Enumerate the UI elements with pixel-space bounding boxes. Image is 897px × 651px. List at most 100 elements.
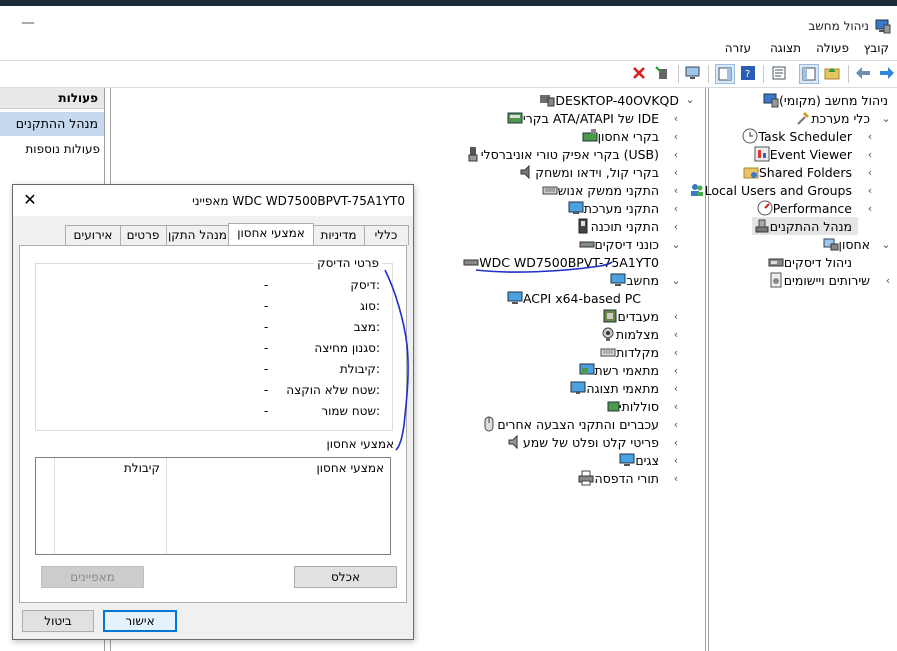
tab-policies[interactable]: מדיניות	[312, 225, 365, 245]
tree-disk-management[interactable]: ניהול דיסקים	[768, 253, 858, 271]
up-folder-icon[interactable]	[823, 64, 841, 82]
property-value: -	[264, 404, 269, 418]
volumes-table[interactable]: אמצעי אחסון קיבולת	[35, 457, 391, 555]
chevron-right-icon[interactable]: ‹	[671, 436, 681, 449]
help-icon[interactable]: ?	[739, 64, 757, 82]
menu-file[interactable]: קובץ	[864, 41, 889, 55]
chevron-right-icon[interactable]: ‹	[671, 220, 681, 233]
device-category[interactable]: מעבדים	[602, 307, 665, 325]
tree-task-scheduler[interactable]: Task Scheduler	[742, 127, 858, 145]
chevron-right-icon[interactable]: ‹	[671, 166, 681, 179]
tree-device-manager[interactable]: מנהל ההתקנים	[751, 217, 858, 235]
tree-services[interactable]: שירותים ויישומים	[768, 271, 876, 289]
device-category[interactable]: מצלמות	[600, 325, 665, 343]
properties-sheet-icon[interactable]	[770, 64, 788, 82]
more-actions-link[interactable]: פעולות נוספות	[25, 142, 100, 156]
chevron-right-icon[interactable]: ‹	[671, 454, 681, 467]
device-category[interactable]: צגים	[619, 451, 665, 469]
cancel-button[interactable]: ביטול	[22, 610, 94, 632]
chevron-right-icon[interactable]: ‹	[671, 112, 681, 125]
tree-event-viewer-label: Event Viewer	[769, 146, 852, 162]
chevron-right-icon[interactable]: ‹	[865, 166, 875, 179]
tab-driver[interactable]: מנהל התקן	[165, 225, 230, 245]
services-icon	[768, 272, 784, 288]
device-category[interactable]: בקרי אחסון	[582, 127, 665, 145]
show-action-pane-icon[interactable]	[715, 64, 735, 84]
device-category[interactable]: עכברים והתקני הצבעה אחרים	[481, 415, 665, 433]
chevron-down-icon[interactable]: ⌄	[671, 238, 681, 251]
chevron-right-icon[interactable]: ‹	[671, 472, 681, 485]
computer-child[interactable]: ACPI x64-based PC	[507, 289, 647, 307]
actions-selected-node[interactable]: מנהל ההתקנים	[0, 112, 104, 136]
device-category[interactable]: מתאמי רשת	[579, 361, 665, 379]
device-category[interactable]: כונני דיסקים	[579, 235, 665, 253]
chevron-right-icon[interactable]: ‹	[671, 418, 681, 431]
chevron-right-icon[interactable]: ‹	[671, 328, 681, 341]
scan-hardware-icon[interactable]	[684, 64, 702, 82]
device-category[interactable]: פריטי קלט ופלט של שמע	[507, 433, 665, 451]
device-category[interactable]: מתאמי תצוגה	[570, 379, 665, 397]
column-separator[interactable]	[166, 458, 167, 554]
chevron-right-icon[interactable]: ‹	[865, 130, 875, 143]
chevron-down-icon[interactable]: ⌄	[685, 93, 695, 106]
tree-shared-folders[interactable]: Shared Folders	[743, 163, 858, 181]
device-category[interactable]: התקני מערכת	[568, 199, 665, 217]
menu-action[interactable]: פעולה	[816, 41, 849, 55]
show-hide-tree-icon[interactable]	[799, 64, 819, 84]
chevron-right-icon[interactable]: ‹	[671, 148, 681, 161]
properties-button[interactable]: מאפיינים	[41, 566, 144, 588]
device-category[interactable]: מקלדות	[600, 343, 665, 361]
chevron-right-icon[interactable]: ‹	[671, 130, 681, 143]
chevron-right-icon[interactable]: ‹	[671, 382, 681, 395]
column-header-capacity[interactable]: קיבולת	[124, 461, 160, 475]
device-category[interactable]: התקני ממשק אנוש	[542, 181, 665, 199]
device-category[interactable]: התקני תוכנה	[575, 217, 665, 235]
computer-category[interactable]: מחשב	[610, 271, 665, 289]
tree-root[interactable]: ניהול מחשב (מקומי)	[763, 91, 894, 109]
tab-general[interactable]: כללי	[363, 225, 409, 245]
device-category-label: התקני מערכת	[583, 200, 659, 216]
back-arrow-icon[interactable]	[854, 64, 872, 82]
device-category[interactable]: בקרי אפיק טורי אוניברסלי (USB)	[465, 145, 665, 163]
device-category[interactable]: בקרי ATA/ATAPI של IDE	[507, 109, 665, 127]
tree-performance[interactable]: Performance	[757, 199, 858, 217]
chevron-right-icon[interactable]: ‹	[865, 202, 875, 215]
tab-events[interactable]: אירועים	[65, 225, 121, 245]
chevron-right-icon[interactable]: ‹	[671, 400, 681, 413]
menu-help[interactable]: עזרה	[725, 41, 751, 55]
tree-local-users[interactable]: Local Users and Groups	[689, 181, 858, 199]
chevron-right-icon[interactable]: ‹	[883, 274, 893, 287]
chevron-right-icon[interactable]: ‹	[671, 364, 681, 377]
device-category[interactable]: תורי הדפסה	[578, 469, 665, 487]
chevron-down-icon[interactable]: ⌄	[881, 112, 891, 125]
enable-device-icon[interactable]	[653, 64, 671, 82]
tab-volumes[interactable]: אמצעי אחסון	[228, 223, 314, 245]
chevron-right-icon[interactable]: ‹	[671, 346, 681, 359]
device-category[interactable]: סוללות	[606, 397, 665, 415]
tree-storage[interactable]: אחסון	[823, 235, 876, 253]
minimize-button[interactable]: —	[18, 14, 38, 34]
chevron-right-icon[interactable]: ‹	[865, 148, 875, 161]
chevron-down-icon[interactable]: ⌄	[671, 274, 681, 287]
populate-button[interactable]: אכלס	[294, 566, 397, 588]
device-category-label: כונני דיסקים	[594, 236, 659, 252]
chevron-right-icon[interactable]: ‹	[671, 310, 681, 323]
close-icon[interactable]: ✕	[21, 191, 39, 209]
tab-details[interactable]: פרטים	[119, 225, 167, 245]
chevron-right-icon[interactable]: ‹	[865, 184, 875, 197]
disk-drive-name: WDC WD7500BPVT-75A1YT0	[479, 254, 659, 270]
column-header-volume[interactable]: אמצעי אחסון	[317, 461, 385, 475]
uninstall-device-icon[interactable]	[630, 64, 648, 82]
chevron-right-icon[interactable]: ‹	[671, 184, 681, 197]
computer-root-node[interactable]: DESKTOP-40OVKQD	[539, 91, 685, 109]
ok-button[interactable]: אישור	[103, 610, 177, 632]
chevron-down-icon[interactable]: ⌄	[881, 238, 891, 251]
forward-arrow-icon[interactable]	[878, 64, 896, 82]
tree-event-viewer[interactable]: Event Viewer	[754, 145, 858, 163]
device-category-label: פריטי קלט ופלט של שמע	[522, 434, 659, 450]
menu-view[interactable]: תצוגה	[770, 41, 801, 55]
disk-drive-child[interactable]: WDC WD7500BPVT-75A1YT0	[463, 253, 665, 271]
tree-system-tools[interactable]: כלי מערכת	[795, 109, 876, 127]
chevron-right-icon[interactable]: ‹	[671, 202, 681, 215]
device-category[interactable]: בקרי קול, וידאו ומשחק	[519, 163, 665, 181]
